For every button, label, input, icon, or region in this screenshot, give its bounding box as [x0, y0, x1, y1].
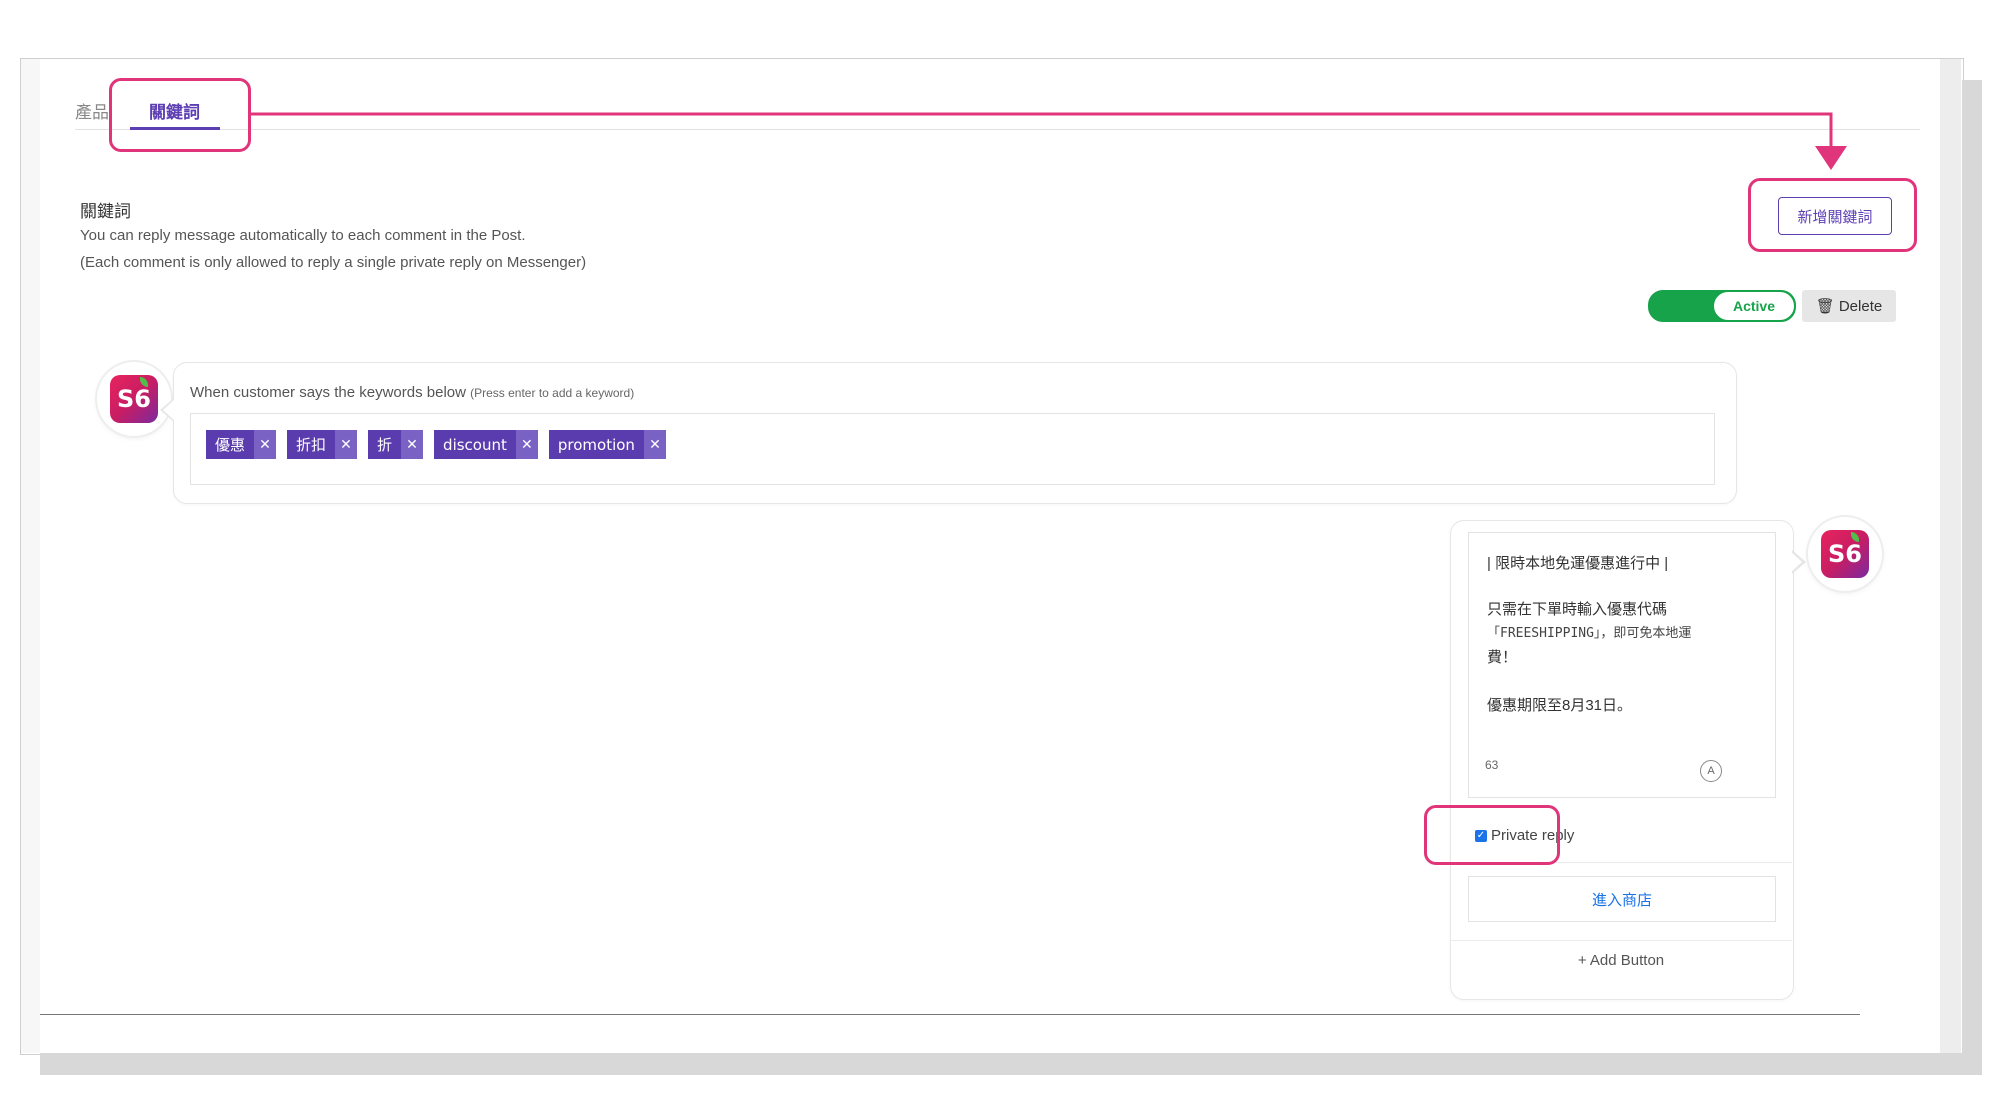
character-count: 63: [1485, 758, 1499, 772]
keyword-tag: 折 ✕: [368, 430, 424, 459]
delete-button[interactable]: 🗑 Delete: [1802, 290, 1896, 322]
frame-right-scroll-strip: [1940, 59, 1961, 1053]
section-description: You can reply message automatically to e…: [80, 227, 526, 244]
reply-line: 費！: [1487, 649, 1518, 666]
highlight-keywords-tab: [109, 78, 251, 152]
shop-button[interactable]: 進入商店: [1468, 876, 1776, 922]
keyword-tag-label: promotion: [557, 435, 635, 454]
keyword-tags: 優惠 ✕ 折扣 ✕ 折 ✕ discount ✕ promotion ✕: [206, 430, 666, 459]
delete-button-label: Delete: [1838, 297, 1883, 315]
keywords-hint: (Press enter to add a keyword): [470, 386, 635, 400]
reply-line: | 限時本地免運優惠進行中 |: [1487, 555, 1669, 572]
add-button[interactable]: + Add Button: [1450, 952, 1792, 969]
app-logo: S6: [1821, 530, 1869, 578]
bottom-divider: [40, 1014, 1860, 1015]
active-toggle[interactable]: Active: [1648, 290, 1796, 322]
reply-line: 「FREESHIPPING」，即可免本地運: [1487, 622, 1691, 641]
font-format-icon[interactable]: A: [1700, 760, 1722, 782]
keyword-tag: promotion ✕: [548, 430, 666, 459]
highlight-private-reply: [1424, 805, 1560, 865]
divider: [1450, 940, 1792, 941]
reply-line: 優惠期限至8月31日。: [1487, 697, 1633, 714]
trash-icon: 🗑: [1815, 298, 1835, 315]
keyword-tag-label: 折扣: [296, 436, 327, 454]
keywords-label-text: When customer says the keywords below: [190, 384, 466, 401]
keyword-tag-label: 優惠: [215, 436, 246, 454]
reply-line: 只需在下單時輸入優惠代碼: [1487, 601, 1668, 618]
remove-tag-icon[interactable]: ✕: [335, 430, 358, 459]
keyword-tag: 折扣 ✕: [287, 430, 358, 459]
highlight-add-keyword: [1748, 178, 1917, 252]
active-toggle-label: Active: [1713, 291, 1795, 321]
frame-left-strip: [21, 59, 40, 1053]
keywords-label: When customer says the keywords below (P…: [190, 384, 634, 401]
app-logo-text: S6: [117, 385, 151, 413]
keyword-tag-label: 折: [377, 436, 393, 454]
reply-line-code: 「FREESHIPPING」，即可免本地運: [1487, 626, 1692, 641]
keyword-tag: 優惠 ✕: [206, 430, 277, 459]
section-note: (Each comment is only allowed to reply a…: [80, 254, 587, 271]
remove-tag-icon[interactable]: ✕: [254, 430, 277, 459]
frame-shadow: [40, 1053, 1982, 1075]
frame-shadow: [1962, 80, 1982, 1073]
section-title: 關鍵詞: [80, 202, 131, 221]
avatar: S6: [1808, 517, 1882, 591]
keyword-tag: discount ✕: [434, 430, 538, 459]
bubble-tail: [163, 399, 175, 421]
app-logo: S6: [110, 375, 158, 423]
tab-products[interactable]: 產品: [75, 98, 109, 123]
keyword-tag-label: discount: [443, 435, 507, 454]
app-logo-text: S6: [1828, 540, 1862, 568]
remove-tag-icon[interactable]: ✕: [401, 430, 424, 459]
tabs-divider: [75, 129, 1920, 130]
remove-tag-icon[interactable]: ✕: [515, 430, 538, 459]
bubble-tail: [1790, 551, 1802, 573]
remove-tag-icon[interactable]: ✕: [643, 430, 666, 459]
